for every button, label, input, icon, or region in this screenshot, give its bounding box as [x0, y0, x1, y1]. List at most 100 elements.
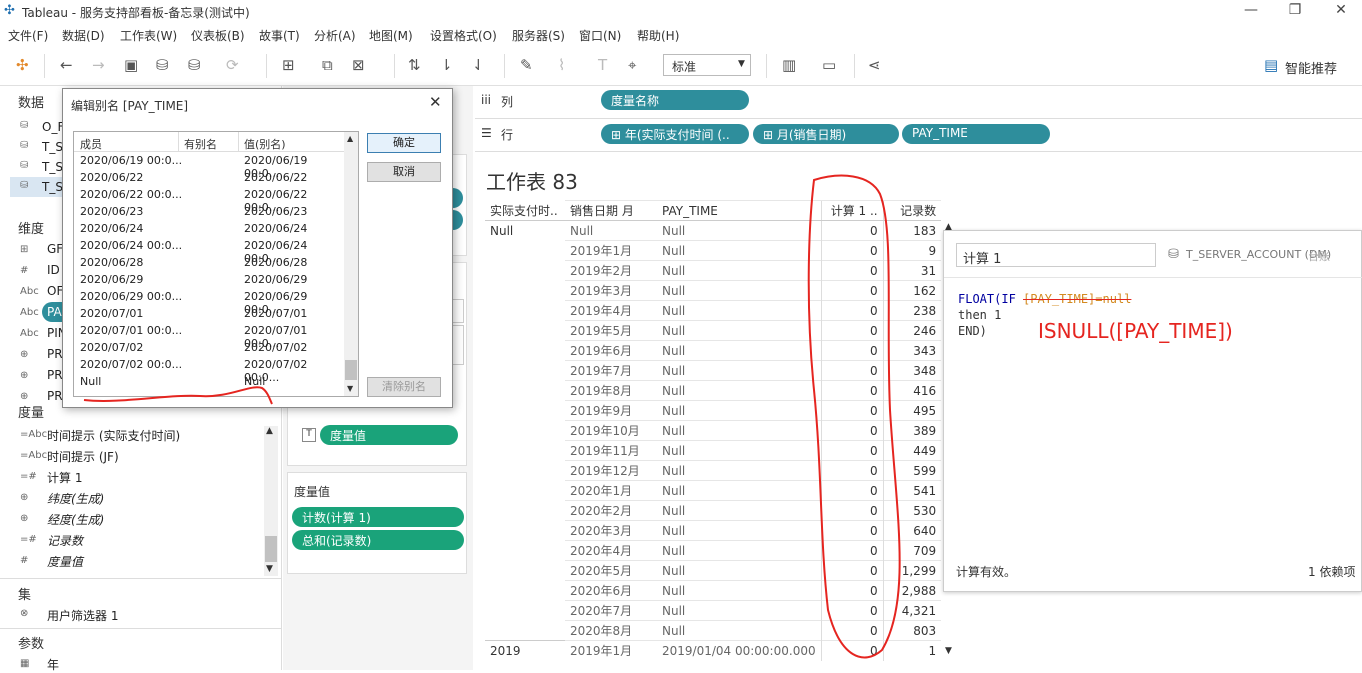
- table-cell[interactable]: 2019: [485, 640, 565, 661]
- show-me-button[interactable]: 智能推荐: [1285, 58, 1337, 77]
- dialog-close-icon[interactable]: ✕: [429, 93, 442, 111]
- close-window-button[interactable]: ✕: [1330, 2, 1352, 20]
- table-cell[interactable]: Null: [657, 220, 822, 241]
- table-cell[interactable]: 2020年7月: [565, 600, 657, 621]
- table-cell[interactable]: Null: [657, 560, 822, 581]
- table-cell[interactable]: [485, 301, 565, 321]
- table-cell[interactable]: 2019年3月: [565, 280, 657, 301]
- count-calc-pill[interactable]: 计数(计算 1): [292, 507, 464, 527]
- list-item[interactable]: 2020/06/24 00:0... 2020/06/24 00:0...: [74, 237, 344, 265]
- presentation-icon[interactable]: ▭: [822, 56, 836, 74]
- table-cell[interactable]: [485, 581, 565, 601]
- list-item[interactable]: 2020/07/01 00:0... 2020/07/01 00:0...: [74, 322, 344, 350]
- measure-item[interactable]: 纬度(生成): [47, 490, 104, 507]
- datasource-item[interactable]: T_S: [42, 160, 63, 174]
- col-header[interactable]: 销售日期 月: [565, 200, 657, 221]
- save-icon[interactable]: ▣: [124, 56, 138, 74]
- table-cell[interactable]: [485, 541, 565, 561]
- list-item[interactable]: 2020/07/02 2020/07/02: [74, 339, 344, 356]
- list-item[interactable]: 2020/06/29 00:0... 2020/06/29 00:0...: [74, 288, 344, 316]
- table-cell[interactable]: Null: [657, 240, 822, 261]
- col-has-alias[interactable]: 有别名: [184, 136, 217, 152]
- measure-item[interactable]: 记录数: [47, 532, 83, 549]
- datasource-item[interactable]: O_F: [42, 120, 64, 134]
- table-cell[interactable]: Null: [657, 460, 822, 481]
- table-cell[interactable]: Null: [657, 280, 822, 301]
- pause-updates-icon[interactable]: ⛁: [188, 56, 201, 74]
- dimension-item[interactable]: OF: [47, 284, 63, 298]
- table-cell[interactable]: 2020年3月: [565, 520, 657, 541]
- list-item[interactable]: 2020/06/28 2020/06/28: [74, 254, 344, 271]
- list-item[interactable]: 2020/06/22 00:0... 2020/06/22 00:0...: [74, 186, 344, 214]
- table-cell[interactable]: Null: [657, 540, 822, 561]
- menu-dashboard[interactable]: 仪表板(B): [191, 27, 245, 44]
- table-cell[interactable]: Null: [657, 440, 822, 461]
- table-cell[interactable]: 2019年12月: [565, 460, 657, 481]
- share-icon[interactable]: ⋖: [868, 56, 881, 74]
- table-cell[interactable]: Null: [485, 221, 565, 241]
- dimension-item[interactable]: GF: [47, 242, 63, 256]
- refresh-icon[interactable]: ⟳: [226, 56, 239, 74]
- table-cell[interactable]: [485, 281, 565, 301]
- sum-records-pill[interactable]: 总和(记录数): [292, 530, 464, 550]
- table-cell[interactable]: 2019年2月: [565, 260, 657, 281]
- table-cell[interactable]: [485, 321, 565, 341]
- menu-window[interactable]: 窗口(N): [579, 27, 621, 44]
- measure-item[interactable]: 时间提示 (JF): [47, 448, 119, 465]
- list-item[interactable]: 2020/07/02 00:0... 2020/07/02 00:0...: [74, 356, 344, 384]
- table-cell[interactable]: 2019年6月: [565, 340, 657, 361]
- menu-worksheet[interactable]: 工作表(W): [120, 27, 177, 44]
- menu-server[interactable]: 服务器(S): [512, 27, 565, 44]
- ok-button[interactable]: 确定: [367, 133, 441, 153]
- table-cell[interactable]: Null: [657, 320, 822, 341]
- table-cell[interactable]: Null: [657, 360, 822, 381]
- calc-name-input[interactable]: 计算 1: [956, 243, 1156, 267]
- swap-icon[interactable]: ⇅: [408, 56, 421, 74]
- list-item[interactable]: 2020/06/22 2020/06/22: [74, 169, 344, 186]
- table-cell[interactable]: 2020年4月: [565, 540, 657, 561]
- menu-map[interactable]: 地图(M): [369, 27, 413, 44]
- table-cell[interactable]: Null: [657, 480, 822, 501]
- table-cell[interactable]: Null: [657, 500, 822, 521]
- measure-item[interactable]: 时间提示 (实际支付时间): [47, 427, 180, 444]
- table-cell[interactable]: Null: [657, 400, 822, 421]
- table-cell[interactable]: 2019年9月: [565, 400, 657, 421]
- dimension-item[interactable]: ID: [47, 263, 60, 277]
- measure-item[interactable]: 度量值: [47, 553, 83, 570]
- columns-pill[interactable]: 度量名称: [601, 90, 749, 110]
- highlight-icon[interactable]: ✎: [520, 56, 533, 74]
- tableau-home-icon[interactable]: ✣: [16, 56, 29, 74]
- restore-button[interactable]: ❐: [1284, 2, 1306, 20]
- labels-icon[interactable]: T: [598, 56, 607, 74]
- alias-scrollbar[interactable]: ▲ ▼: [344, 132, 358, 396]
- col-header[interactable]: PAY_TIME: [657, 200, 822, 221]
- table-cell[interactable]: [485, 561, 565, 581]
- menu-story[interactable]: 故事(T): [259, 27, 300, 44]
- minimize-button[interactable]: —: [1240, 2, 1262, 20]
- table-cell[interactable]: 2019年4月: [565, 300, 657, 321]
- col-value[interactable]: 值(别名): [244, 136, 286, 152]
- new-worksheet-icon[interactable]: ⊞: [282, 56, 295, 74]
- table-cell[interactable]: 2019年11月: [565, 440, 657, 461]
- new-datasource-icon[interactable]: ⛁: [156, 56, 169, 74]
- table-cell[interactable]: 2020年6月: [565, 580, 657, 601]
- rows-pill-month[interactable]: ⊞ 月(销售日期): [753, 124, 899, 144]
- table-cell[interactable]: Null: [657, 600, 822, 621]
- clear-sheet-icon[interactable]: ⊠: [352, 56, 365, 74]
- table-cell[interactable]: Null: [657, 260, 822, 281]
- table-cell[interactable]: [485, 481, 565, 501]
- duplicate-sheet-icon[interactable]: ⧉: [322, 56, 333, 74]
- datasource-item[interactable]: T_S: [42, 140, 63, 154]
- table-cell[interactable]: Null: [657, 380, 822, 401]
- table-cell[interactable]: 2019年7月: [565, 360, 657, 381]
- list-item[interactable]: 2020/06/24 2020/06/24: [74, 220, 344, 237]
- set-item[interactable]: 用户筛选器 1: [47, 607, 118, 624]
- redo-icon[interactable]: →: [92, 56, 105, 74]
- table-cell[interactable]: [485, 401, 565, 421]
- table-cell[interactable]: Null: [657, 300, 822, 321]
- table-cell[interactable]: Null: [657, 620, 822, 641]
- dimension-item[interactable]: PA: [47, 305, 62, 319]
- table-cell[interactable]: [485, 361, 565, 381]
- table-cell[interactable]: 2020年2月: [565, 500, 657, 521]
- list-item[interactable]: 2020/06/23 2020/06/23: [74, 203, 344, 220]
